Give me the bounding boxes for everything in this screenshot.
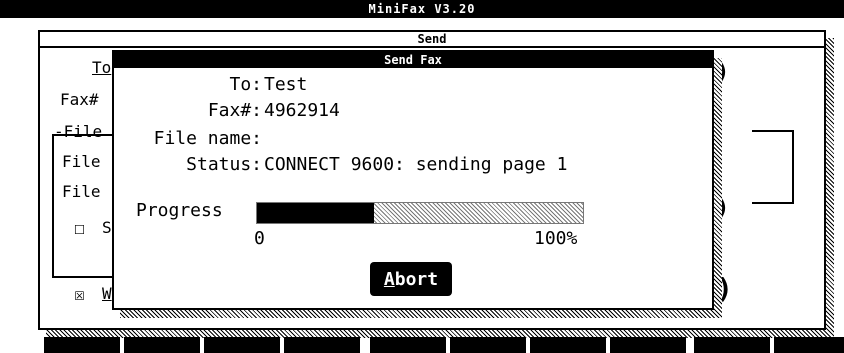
function-key-4[interactable]	[284, 337, 360, 353]
status-row: Status: CONNECT 9600: sending page 1	[114, 154, 567, 176]
send-window-title: Send	[40, 32, 824, 48]
function-key-3[interactable]	[204, 337, 280, 353]
function-key-10[interactable]	[774, 337, 844, 353]
to-row: To: Test	[114, 74, 307, 96]
function-key-2[interactable]	[124, 337, 200, 353]
fax-label: Fax#	[60, 90, 99, 109]
abort-label: bort	[394, 268, 439, 290]
checkbox-label-s: S	[102, 218, 112, 237]
function-key-6[interactable]	[450, 337, 526, 353]
checkbox-label-w: W	[102, 284, 112, 303]
progress-bar	[256, 202, 584, 224]
status-value: CONNECT 9600: sending page 1	[264, 154, 568, 175]
checkbox-checked-icon[interactable]: ☒	[74, 284, 85, 305]
file-group-label: -File	[54, 122, 103, 141]
file-label-1: File	[62, 152, 101, 171]
right-group-box	[752, 130, 794, 204]
file-label-2: File	[62, 182, 101, 201]
dialog-title: Send Fax	[114, 52, 712, 68]
checkbox-unchecked-icon[interactable]: ☐	[74, 218, 85, 239]
status-label: Status:	[186, 154, 262, 175]
function-key-bar	[0, 337, 844, 353]
progress-min-label: 0	[254, 228, 265, 249]
fax-row: Fax#: 4962914	[114, 100, 340, 122]
fax-value: 4962914	[264, 100, 340, 121]
to-value: Test	[264, 74, 308, 95]
abort-button[interactable]: Abort	[370, 262, 452, 296]
send-fax-dialog: Send Fax To: Test Fax#: 4962914 File name:…	[112, 50, 714, 310]
file-row: File name:	[114, 128, 264, 150]
function-key-8[interactable]	[610, 337, 686, 353]
function-key-9[interactable]	[694, 337, 770, 353]
fax-label: Fax#:	[207, 100, 262, 121]
function-key-7[interactable]	[530, 337, 606, 353]
progress-max-label: 100%	[534, 228, 578, 249]
file-name-label: File name:	[153, 128, 262, 149]
to-label: To	[92, 58, 112, 77]
abort-hotkey: A	[383, 268, 395, 290]
app-title-bar: MiniFax V3.20	[0, 0, 844, 18]
function-key-1[interactable]	[44, 337, 120, 353]
progress-label: Progress	[136, 200, 223, 221]
function-key-5[interactable]	[370, 337, 446, 353]
to-label: To:	[229, 74, 262, 95]
progress-bar-fill	[257, 203, 375, 223]
